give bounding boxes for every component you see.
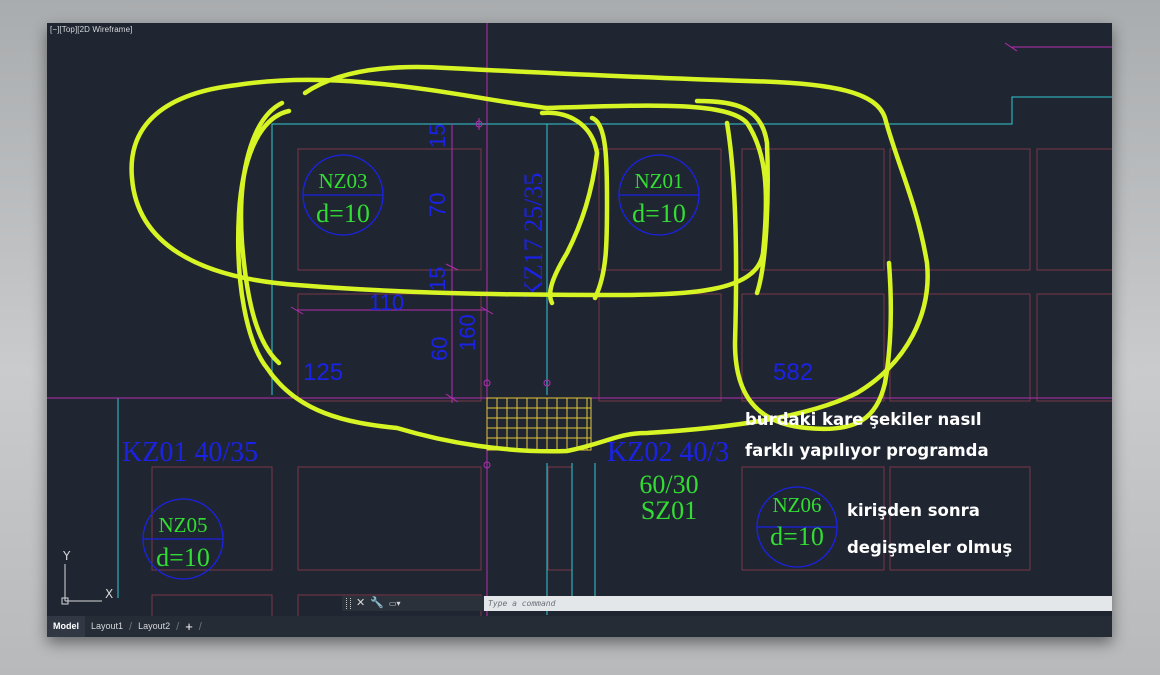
column-name: SZ01 (641, 496, 697, 525)
room-outline (1036, 148, 1112, 271)
slab-thickness-nz03: d=10 (316, 199, 370, 228)
grip-handle-icon[interactable] (346, 598, 351, 609)
slab-name-nz06: NZ06 (773, 493, 822, 517)
beam-label-kz02: KZ02 40/3 (607, 437, 729, 468)
dimension-15-top: 15 (425, 124, 450, 148)
ucs-x-label: X (105, 587, 113, 601)
slab-name-nz01: NZ01 (635, 169, 684, 193)
slab-thickness-nz06: d=10 (770, 522, 824, 551)
room-outline (889, 148, 1031, 271)
wrench-icon[interactable]: 🔧 (370, 598, 384, 609)
slab-circles (142, 154, 838, 580)
dimension-582: 582 (773, 359, 813, 386)
command-line-tools: ✕ 🔧 ▭▾ (342, 596, 484, 611)
slab-name-nz05: NZ05 (159, 513, 208, 537)
beam-label-kz01: KZ01 40/35 (122, 437, 258, 468)
command-input[interactable] (484, 596, 1112, 611)
dimension-160: 160 (455, 314, 480, 351)
slab-name-nz03: NZ03 (319, 169, 368, 193)
column-size: 60/30 (639, 470, 698, 499)
beam-label-kz17: KZ17 25/35 (519, 173, 548, 299)
room-outline (1036, 293, 1112, 402)
room-outline (547, 466, 573, 571)
drawing-canvas[interactable]: 15 70 15 160 60 110 125 582 KZ17 25/35 K… (47, 23, 1112, 637)
dimension-125: 125 (303, 359, 343, 386)
room-outline (598, 293, 722, 402)
ucs-y-label: Y (62, 549, 71, 563)
dimension-60: 60 (427, 337, 452, 361)
dimension-15-bottom: 15 (425, 267, 450, 291)
tab-separator: / (198, 620, 202, 633)
annotation-line-3: kirişden sonra (847, 501, 980, 520)
dimension-110: 110 (369, 290, 404, 315)
ucs-icon (61, 564, 102, 605)
tab-layout1[interactable]: Layout1 (85, 616, 129, 637)
column-hatch (486, 397, 592, 451)
room-outline (297, 466, 482, 571)
dimension-70: 70 (425, 193, 450, 217)
command-line[interactable]: ✕ 🔧 ▭▾ (342, 596, 1112, 611)
room-outline (889, 293, 1031, 402)
command-history-icon[interactable]: ▭▾ (389, 599, 401, 608)
add-layout-button[interactable]: + (179, 619, 199, 634)
annotation-line-4: degişmeler olmuş (847, 538, 1012, 557)
layout-tabs: Model Layout1 / Layout2 / + / (47, 616, 1112, 637)
tab-model[interactable]: Model (47, 616, 85, 637)
close-icon[interactable]: ✕ (356, 598, 365, 609)
annotation-line-1: burdaki kare şekiler nasıl (745, 410, 982, 429)
tab-layout2[interactable]: Layout2 (132, 616, 176, 637)
slab-thickness-nz01: d=10 (632, 199, 686, 228)
slab-thickness-nz05: d=10 (156, 543, 210, 572)
cad-window[interactable]: 15 70 15 160 60 110 125 582 KZ17 25/35 K… (47, 23, 1112, 637)
annotation-line-2: farklı yapılıyor programda (745, 441, 989, 460)
viewport-controls-label[interactable]: [−][Top][2D Wireframe] (50, 25, 132, 34)
